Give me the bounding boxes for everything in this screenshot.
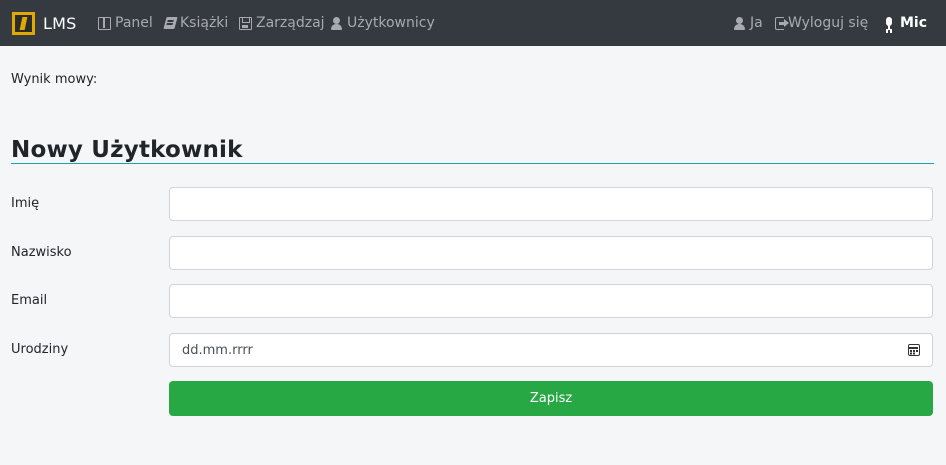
email-input[interactable] [169,284,933,318]
nav-books-link[interactable]: Książki [163,13,229,33]
first-name-label: Imię [11,196,40,211]
user-icon [733,16,746,30]
nav-panel-label: Panel [115,15,153,31]
first-name-input[interactable] [169,187,933,221]
email-label: Email [11,293,48,308]
save-icon [239,16,252,30]
nav-panel-link[interactable]: Panel [98,13,153,33]
top-navbar: LMS Panel Książki Zarządzaj Użytkownicy … [0,0,946,46]
calendar-icon[interactable] [908,344,920,356]
nav-manage-label: Zarządzaj [256,15,325,31]
nav-me-link[interactable]: Ja [733,13,763,33]
save-button[interactable]: Zapisz [169,381,933,416]
nav-mic-label: Mic [900,15,928,31]
nav-users-link[interactable]: Użytkownicy [330,13,435,33]
nav-books-label: Książki [180,15,229,31]
user-icon [330,16,343,30]
nav-logout-label: Wyloguj się [788,15,869,31]
nav-manage-link[interactable]: Zarządzaj [239,13,325,33]
panel-icon [98,16,111,30]
last-name-label: Nazwisko [11,245,72,260]
logout-icon [775,16,789,30]
nav-mic-button[interactable]: Mic [883,13,927,33]
speech-result-label: Wynik mowy: [11,72,98,87]
nav-users-label: Użytkownicy [347,15,435,31]
book-icon [163,17,178,29]
title-divider [11,163,934,164]
birthday-date-value: dd.mm.rrrr [182,342,253,358]
brand-name: LMS [43,13,77,33]
birthday-label: Urodziny [11,342,69,357]
brand-link[interactable]: LMS [12,11,76,35]
last-name-input[interactable] [169,236,933,270]
microphone-icon [883,16,896,30]
lms-logo-icon [12,11,35,35]
nav-logout-link[interactable]: Wyloguj się [775,13,868,33]
page-title: Nowy Użytkownik [11,137,243,163]
birthday-date-input[interactable]: dd.mm.rrrr [169,333,933,367]
nav-me-label: Ja [750,15,763,31]
